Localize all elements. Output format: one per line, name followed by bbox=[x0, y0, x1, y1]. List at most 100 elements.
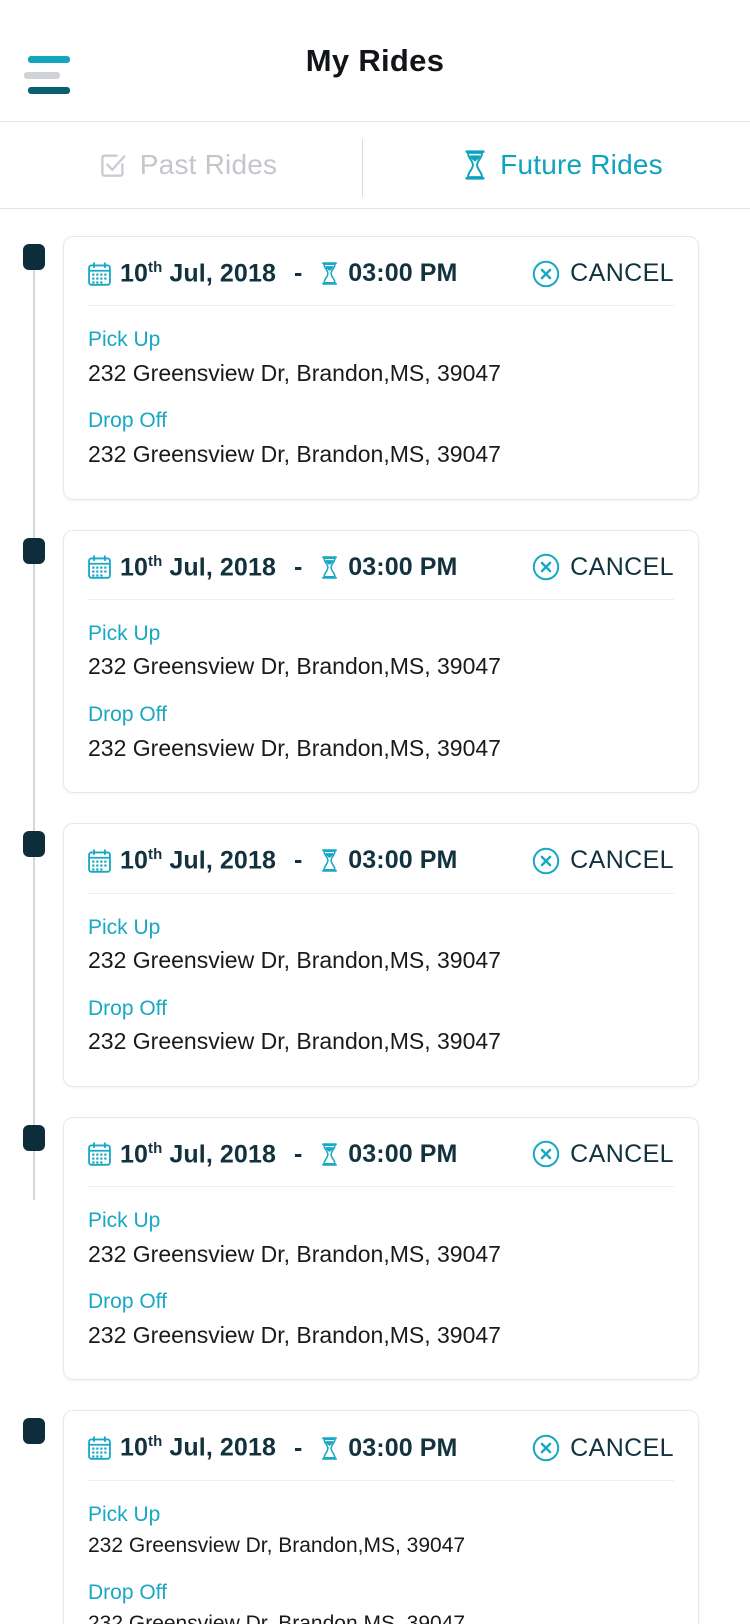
hourglass-icon bbox=[320, 555, 339, 580]
ride-list-item: 10th Jul, 2018 - 03:00 PM CANCEL Pick Up… bbox=[0, 236, 750, 500]
date-time-separator: - bbox=[293, 259, 303, 288]
ride-card-header: 10th Jul, 2018 - 03:00 PM CANCEL bbox=[88, 1140, 674, 1188]
ride-date-day: 10 bbox=[120, 1140, 149, 1169]
circle-x-icon bbox=[532, 1434, 560, 1462]
ride-card-body: Pick Up 232 Greensview Dr, Brandon,MS, 3… bbox=[88, 1481, 674, 1624]
cancel-ride-label: CANCEL bbox=[570, 1433, 674, 1462]
ride-date-suffix: th bbox=[148, 552, 163, 570]
cancel-ride-button[interactable]: CANCEL bbox=[532, 553, 674, 582]
calendar-icon bbox=[88, 555, 111, 580]
checkbox-check-icon bbox=[98, 150, 128, 180]
ride-date-day: 10 bbox=[120, 1433, 149, 1462]
pick-up-label: Pick Up bbox=[88, 915, 161, 939]
ride-time: 03:00 PM bbox=[348, 552, 458, 581]
cancel-ride-label: CANCEL bbox=[570, 552, 674, 581]
cancel-ride-label: CANCEL bbox=[570, 846, 674, 875]
ride-datetime: 10th Jul, 2018 - 03:00 PM bbox=[88, 553, 457, 582]
date-time-separator: - bbox=[293, 1433, 303, 1462]
circle-x-icon bbox=[532, 553, 560, 581]
ride-card-header: 10th Jul, 2018 - 03:00 PM CANCEL bbox=[88, 1433, 674, 1481]
hourglass-icon bbox=[320, 848, 339, 873]
ride-date-day: 10 bbox=[120, 552, 149, 581]
ride-date-rest: Jul, 2018 bbox=[162, 259, 276, 288]
timeline-marker bbox=[23, 1418, 45, 1445]
tab-divider bbox=[362, 139, 363, 197]
pick-up-label: Pick Up bbox=[88, 328, 161, 352]
ride-date-suffix: th bbox=[148, 259, 163, 276]
cancel-ride-label: CANCEL bbox=[570, 1139, 674, 1168]
ride-card[interactable]: 10th Jul, 2018 - 03:00 PM CANCEL Pick Up… bbox=[63, 1410, 699, 1624]
calendar-icon bbox=[88, 261, 111, 286]
menu-bar-top bbox=[28, 56, 70, 63]
circle-x-icon bbox=[532, 847, 560, 875]
pick-up-address: 232 Greensview Dr, Brandon,MS, 39047 bbox=[88, 359, 501, 386]
ride-card-header: 10th Jul, 2018 - 03:00 PM CANCEL bbox=[88, 846, 674, 894]
ride-card-body: Pick Up 232 Greensview Dr, Brandon,MS, 3… bbox=[88, 894, 674, 1060]
cancel-ride-button[interactable]: CANCEL bbox=[532, 1140, 674, 1169]
ride-card[interactable]: 10th Jul, 2018 - 03:00 PM CANCEL Pick Up… bbox=[63, 1116, 699, 1381]
drop-off-address: 232 Greensview Dr, Brandon,MS, 39047 bbox=[88, 1028, 501, 1055]
timeline-marker bbox=[23, 244, 45, 270]
pick-up-label: Pick Up bbox=[88, 1209, 161, 1233]
ride-card[interactable]: 10th Jul, 2018 - 03:00 PM CANCEL Pick Up… bbox=[63, 823, 699, 1087]
tab-bar: Past Rides Future Rides bbox=[0, 122, 750, 209]
tab-future-rides[interactable]: Future Rides bbox=[375, 122, 750, 208]
drop-off-label: Drop Off bbox=[88, 1290, 167, 1314]
ride-date: 10th Jul, 2018 bbox=[120, 1140, 276, 1169]
page-title: My Rides bbox=[305, 42, 445, 78]
drop-off-address: 232 Greensview Dr, Brandon,MS, 39047 bbox=[88, 1612, 466, 1624]
ride-date-rest: Jul, 2018 bbox=[162, 552, 276, 581]
ride-date-day: 10 bbox=[120, 259, 149, 288]
ride-list-item: 10th Jul, 2018 - 03:00 PM CANCEL Pick Up… bbox=[0, 823, 750, 1087]
calendar-icon bbox=[88, 849, 111, 873]
ride-time: 03:00 PM bbox=[348, 1433, 458, 1462]
pick-up-address: 232 Greensview Dr, Brandon,MS, 39047 bbox=[88, 653, 501, 680]
date-time-separator: - bbox=[293, 1139, 303, 1168]
ride-date-rest: Jul, 2018 bbox=[162, 1433, 276, 1462]
ride-date: 10th Jul, 2018 bbox=[120, 259, 276, 288]
ride-datetime: 10th Jul, 2018 - 03:00 PM bbox=[88, 846, 457, 875]
my-rides-screen: My Rides Past Rides Future Rides 10th Ju… bbox=[0, 0, 750, 1624]
ride-date: 10th Jul, 2018 bbox=[120, 846, 276, 875]
hamburger-menu-icon[interactable] bbox=[24, 56, 70, 94]
ride-card-body: Pick Up 232 Greensview Dr, Brandon,MS, 3… bbox=[88, 600, 674, 766]
ride-datetime: 10th Jul, 2018 - 03:00 PM bbox=[88, 1433, 457, 1462]
ride-datetime: 10th Jul, 2018 - 03:00 PM bbox=[88, 1140, 457, 1169]
timeline-marker bbox=[23, 1124, 45, 1151]
ride-card[interactable]: 10th Jul, 2018 - 03:00 PM CANCEL Pick Up… bbox=[63, 529, 699, 794]
ride-time: 03:00 PM bbox=[348, 259, 458, 288]
circle-x-icon bbox=[532, 260, 560, 288]
ride-time: 03:00 PM bbox=[348, 1139, 458, 1168]
date-time-separator: - bbox=[293, 846, 303, 875]
ride-list-item: 10th Jul, 2018 - 03:00 PM CANCEL Pick Up… bbox=[0, 1116, 750, 1381]
cancel-ride-label: CANCEL bbox=[570, 259, 674, 288]
tab-past-rides-label: Past Rides bbox=[139, 149, 278, 180]
cancel-ride-button[interactable]: CANCEL bbox=[532, 846, 674, 875]
hourglass-icon bbox=[462, 149, 488, 181]
ride-date-day: 10 bbox=[120, 846, 149, 875]
pick-up-label: Pick Up bbox=[88, 621, 161, 645]
hourglass-icon bbox=[320, 261, 339, 286]
ride-list-item: 10th Jul, 2018 - 03:00 PM CANCEL Pick Up… bbox=[0, 1410, 750, 1624]
pick-up-address: 232 Greensview Dr, Brandon,MS, 39047 bbox=[88, 947, 501, 974]
ride-date: 10th Jul, 2018 bbox=[120, 553, 276, 582]
tab-future-rides-label: Future Rides bbox=[500, 149, 663, 180]
hourglass-icon bbox=[320, 1142, 339, 1167]
ride-date-rest: Jul, 2018 bbox=[162, 1140, 276, 1169]
drop-off-address: 232 Greensview Dr, Brandon,MS, 39047 bbox=[88, 440, 501, 467]
cancel-ride-button[interactable]: CANCEL bbox=[532, 259, 674, 288]
ride-card[interactable]: 10th Jul, 2018 - 03:00 PM CANCEL Pick Up… bbox=[63, 236, 699, 500]
ride-card-body: Pick Up 232 Greensview Dr, Brandon,MS, 3… bbox=[88, 1187, 674, 1353]
ride-date: 10th Jul, 2018 bbox=[120, 1433, 276, 1462]
ride-card-body: Pick Up 232 Greensview Dr, Brandon,MS, 3… bbox=[88, 306, 674, 472]
cancel-ride-button[interactable]: CANCEL bbox=[532, 1434, 674, 1463]
ride-datetime: 10th Jul, 2018 - 03:00 PM bbox=[88, 259, 457, 288]
timeline-marker bbox=[23, 537, 45, 564]
ride-time: 03:00 PM bbox=[348, 846, 458, 875]
drop-off-label: Drop Off bbox=[88, 409, 167, 433]
ride-date-rest: Jul, 2018 bbox=[162, 846, 276, 875]
hourglass-icon bbox=[320, 1436, 339, 1461]
tab-past-rides[interactable]: Past Rides bbox=[0, 122, 375, 208]
ride-date-suffix: th bbox=[148, 1139, 163, 1157]
calendar-icon bbox=[88, 1142, 111, 1167]
